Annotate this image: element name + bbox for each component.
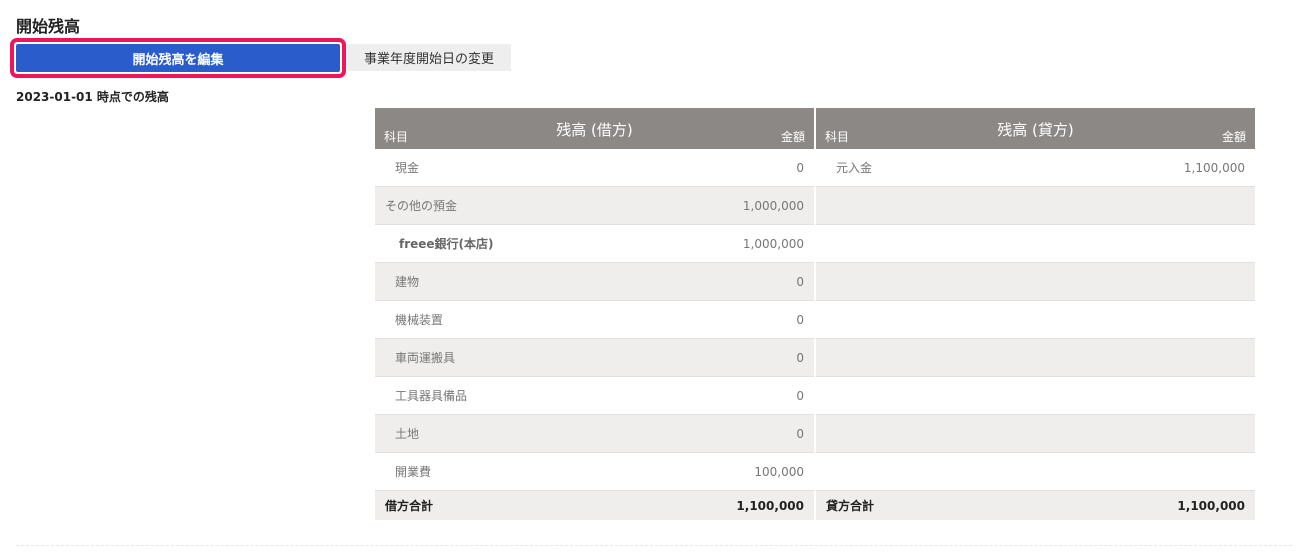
account-amount: 0 [796, 274, 804, 289]
account-name: 機械装置 [395, 313, 444, 327]
account-amount: 0 [796, 388, 804, 403]
empty-row [816, 263, 1255, 301]
account-amount: 0 [796, 350, 804, 365]
table-row[interactable]: 工具器具備品 0 [375, 377, 814, 415]
empty-row [816, 225, 1255, 263]
table-row[interactable]: 機械装置 0 [375, 301, 814, 339]
credit-amount-header: 金額 [1221, 130, 1246, 144]
credit-total-amount: 1,100,000 [1177, 498, 1245, 513]
table-row[interactable]: 車両運搬具 0 [375, 339, 814, 377]
credit-total-row: 貸方合計 1,100,000 [816, 491, 1255, 520]
account-name: 建物 [395, 275, 420, 289]
table-row[interactable]: その他の預金 1,000,000 [375, 187, 814, 225]
divider [16, 545, 1292, 546]
account-name: 工具器具備品 [395, 389, 468, 403]
change-fiscal-start-button[interactable]: 事業年度開始日の変更 [347, 44, 511, 71]
empty-row [816, 377, 1255, 415]
debit-account-header: 科目 [384, 130, 409, 144]
account-name: freee銀行(本店) [399, 237, 494, 251]
table-row[interactable]: 現金 0 [375, 149, 814, 187]
debit-header: 残高 (借方) 科目 金額 [375, 108, 814, 149]
debit-total-row: 借方合計 1,100,000 [375, 491, 814, 520]
credit-title: 残高 (貸方) [997, 121, 1074, 139]
credit-account-header: 科目 [825, 130, 850, 144]
account-name: 現金 [395, 161, 420, 175]
account-name: 土地 [395, 427, 420, 441]
debit-total-amount: 1,100,000 [736, 498, 804, 513]
credit-header: 残高 (貸方) 科目 金額 [816, 108, 1255, 149]
account-name: 車両運搬具 [395, 351, 456, 365]
empty-row [816, 301, 1255, 339]
balance-tables: 残高 (借方) 科目 金額 現金 0 その他の預金 1,000,000 free… [375, 108, 1255, 520]
table-row[interactable]: 建物 0 [375, 263, 814, 301]
debit-title: 残高 (借方) [556, 121, 633, 139]
debit-table: 残高 (借方) 科目 金額 現金 0 その他の預金 1,000,000 free… [375, 108, 814, 520]
table-row[interactable]: 土地 0 [375, 415, 814, 453]
account-name: 開業費 [395, 465, 432, 479]
account-amount: 1,000,000 [742, 198, 804, 213]
account-amount: 1,000,000 [742, 236, 804, 251]
edit-opening-balance-button[interactable]: 開始残高を編集 [16, 44, 340, 72]
credit-table: 残高 (貸方) 科目 金額 元入金 1,100,000 貸方合計 1,100,0… [816, 108, 1255, 520]
account-amount: 1,100,000 [1183, 160, 1245, 175]
debit-total-label: 借方合計 [385, 499, 434, 513]
account-amount: 0 [796, 426, 804, 441]
table-row[interactable]: 元入金 1,100,000 [816, 149, 1255, 187]
account-amount: 0 [796, 160, 804, 175]
empty-row [816, 187, 1255, 225]
page-title: 開始残高 [16, 17, 81, 36]
debit-amount-header: 金額 [780, 130, 805, 144]
empty-row [816, 339, 1255, 377]
table-row[interactable]: freee銀行(本店) 1,000,000 [375, 225, 814, 263]
credit-total-label: 貸方合計 [826, 499, 875, 513]
account-name: 元入金 [836, 161, 873, 175]
account-name: その他の預金 [385, 199, 458, 213]
account-amount: 100,000 [754, 464, 804, 479]
empty-row [816, 453, 1255, 491]
edit-button-highlight: 開始残高を編集 [10, 38, 346, 78]
empty-row [816, 415, 1255, 453]
account-amount: 0 [796, 312, 804, 327]
as-of-date-label: 2023-01-01 時点での残高 [16, 90, 169, 104]
table-row[interactable]: 開業費 100,000 [375, 453, 814, 491]
